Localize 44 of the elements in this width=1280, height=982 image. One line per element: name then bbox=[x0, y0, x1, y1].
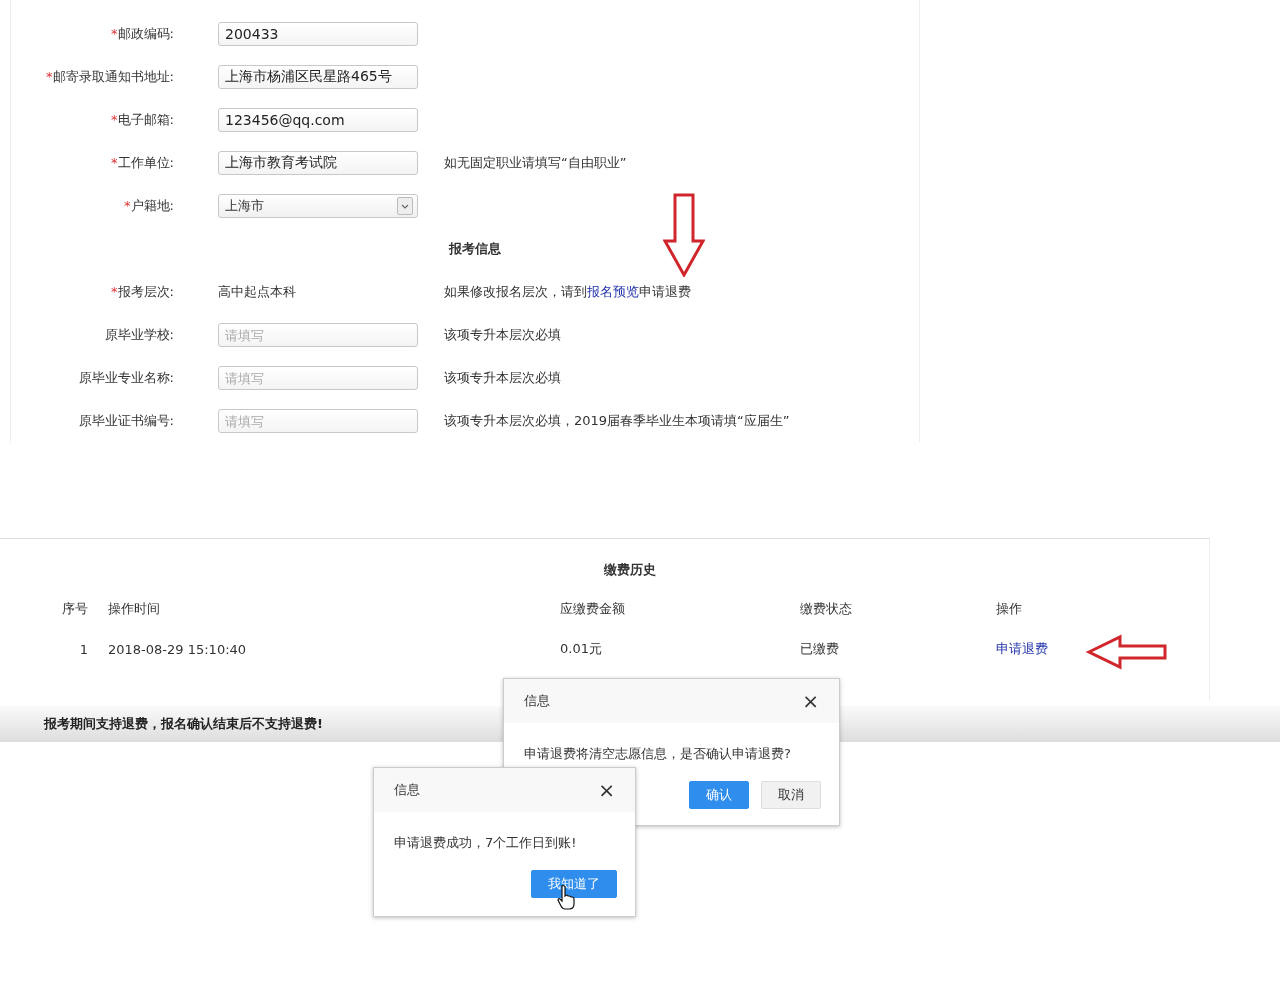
text-field[interactable]: 请填写 bbox=[218, 322, 418, 347]
table-cell-text: 0.01元 bbox=[560, 640, 603, 658]
field-label: 原毕业学校: bbox=[104, 325, 175, 344]
text-field[interactable]: 请填写 bbox=[218, 365, 418, 390]
dialog-message: 申请退费成功，7个工作日到账! bbox=[393, 834, 578, 852]
section-heading: 缴费历史 bbox=[602, 561, 657, 579]
dropdown-field[interactable]: 上海市 bbox=[218, 193, 418, 218]
dialog-title: 信息 bbox=[394, 781, 420, 799]
field-label: *电子邮箱: bbox=[111, 110, 175, 129]
field-label: *邮政编码: bbox=[111, 24, 175, 43]
hint-text: 该项专升本层次必填，2019届春季毕业生本项请填“应届生” bbox=[444, 411, 791, 430]
field-label: *工作单位: bbox=[111, 153, 175, 172]
text-field[interactable]: 123456@qq.com bbox=[218, 107, 418, 132]
text-field[interactable]: 上海市杨浦区民星路465号 bbox=[218, 64, 418, 89]
hint-text: 如果修改报名层次，请到报名预览申请退费 bbox=[444, 282, 692, 301]
column-header: 操作时间 bbox=[108, 600, 161, 618]
cancel-button[interactable]: 取消 bbox=[761, 781, 821, 809]
column-header: 缴费状态 bbox=[800, 600, 853, 618]
field-label: *户籍地: bbox=[124, 196, 175, 215]
column-header: 应缴费金额 bbox=[560, 600, 626, 618]
table-cell-text: 1 bbox=[79, 641, 89, 657]
field-label: *报考层次: bbox=[111, 282, 175, 301]
text-field[interactable]: 上海市教育考试院 bbox=[218, 150, 418, 175]
hint-text: 如无固定职业请填写“自由职业” bbox=[444, 153, 628, 172]
dialog-message: 申请退费将清空志愿信息，是否确认申请退费? bbox=[523, 745, 792, 763]
hint-text: 该项专升本层次必填 bbox=[444, 368, 562, 387]
table-cell-text: 已缴费 bbox=[800, 640, 840, 658]
down-arrow-icon bbox=[663, 193, 705, 277]
table-cell-text: 2018-08-29 15:10:40 bbox=[108, 641, 248, 657]
field-label: 原毕业专业名称: bbox=[78, 368, 175, 387]
refund-link[interactable]: 申请退费 bbox=[996, 641, 1048, 656]
field-label: 原毕业证书编号: bbox=[78, 411, 175, 430]
chevron-down-icon bbox=[397, 196, 413, 215]
left-arrow-icon bbox=[1086, 634, 1168, 670]
field-value: 高中起点本科 bbox=[218, 282, 297, 301]
section-heading: 报考信息 bbox=[449, 239, 501, 258]
column-header: 序号 bbox=[62, 600, 89, 618]
hint-text: 该项专升本层次必填 bbox=[444, 325, 562, 344]
text-field[interactable]: 请填写 bbox=[218, 408, 418, 433]
text-field[interactable]: 200433 bbox=[218, 21, 418, 46]
close-button[interactable]: × bbox=[592, 777, 621, 803]
column-header: 操作 bbox=[996, 600, 1023, 618]
field-label: *邮寄录取通知书地址: bbox=[46, 67, 175, 86]
preview-link[interactable]: 报名预览 bbox=[587, 283, 639, 299]
